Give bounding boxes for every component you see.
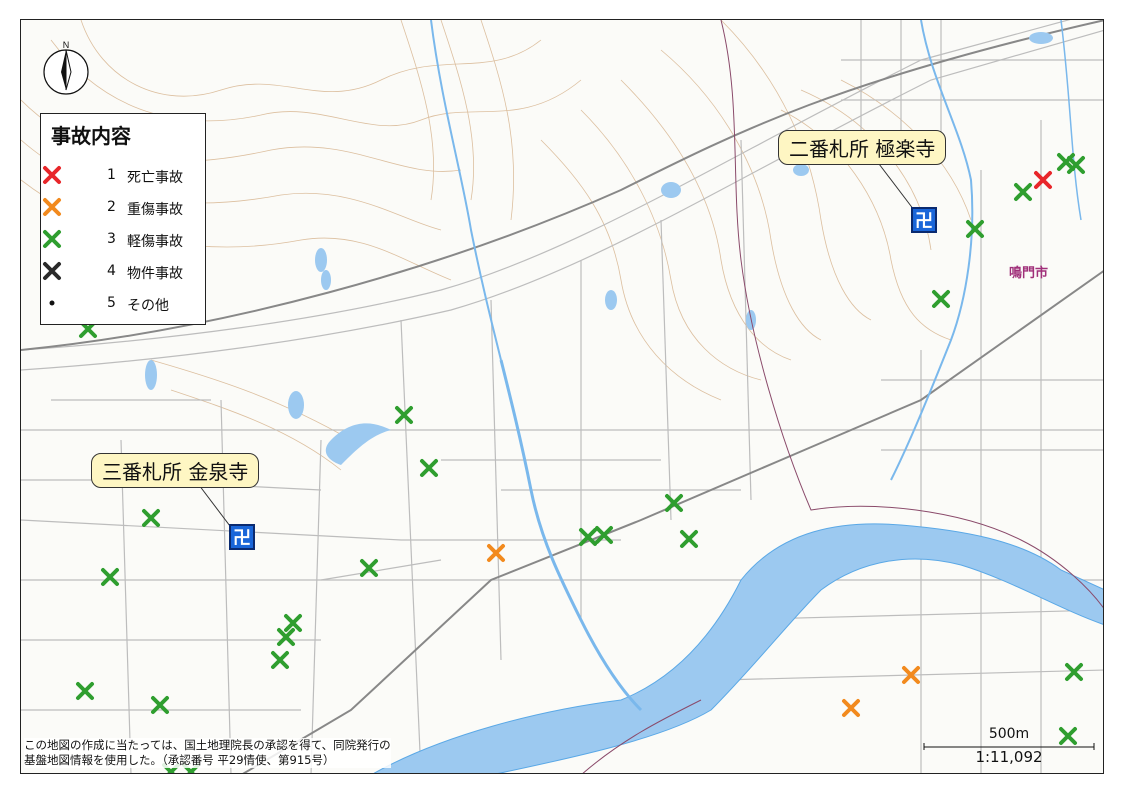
accident-marker-minor [142, 509, 160, 527]
north-arrow-icon: N [43, 40, 89, 95]
temple-callout-gokurakuji: 二番札所 極楽寺 [778, 130, 947, 165]
scale-distance: 500m [988, 726, 1030, 742]
legend-num: 2 [107, 199, 116, 215]
legend-item-property: 4 物件事故 [41, 260, 207, 284]
accident-marker-minor [1014, 183, 1032, 201]
accident-marker-minor [420, 459, 438, 477]
north-arrow-label: N [63, 40, 70, 50]
legend-label: 死亡事故 [127, 170, 183, 186]
temple-callout-konsenji: 三番札所 金泉寺 [91, 453, 260, 488]
accident-marker-minor [932, 290, 950, 308]
green-cross-icon [43, 230, 61, 248]
map-frame[interactable]: N 事故内容 1 死亡事故 2 重傷事故 3 軽傷事故 4 物件事故 5 その他 [20, 19, 1104, 774]
accident-marker-minor [1065, 663, 1083, 681]
accident-marker-fatal [1034, 171, 1052, 189]
legend-num: 3 [107, 231, 116, 247]
accident-marker-minor [360, 559, 378, 577]
legend-label: その他 [127, 298, 169, 314]
legend-box: 事故内容 1 死亡事故 2 重傷事故 3 軽傷事故 4 物件事故 5 その他 [40, 113, 206, 325]
legend-item-minor: 3 軽傷事故 [41, 228, 207, 252]
legend-label: 重傷事故 [127, 202, 183, 218]
accident-marker-minor [277, 628, 295, 646]
accident-marker-serious [487, 544, 505, 562]
orange-cross-icon [43, 198, 61, 216]
copyright-line: この地図の作成に当たっては、国土地理院長の承認を得て、同院発行の [24, 738, 391, 752]
accident-marker-minor [966, 220, 984, 238]
accident-markers-fatal [1034, 171, 1052, 189]
accident-marker-minor [284, 614, 302, 632]
legend-title: 事故内容 [51, 124, 131, 148]
copyright-note: この地図の作成に当たっては、国土地理院長の承認を得て、同院発行の 基盤地図情報を… [24, 738, 391, 768]
scale-ratio: 1:11,092 [975, 748, 1043, 766]
temple-icon[interactable]: 卍 [229, 524, 255, 550]
legend-label: 物件事故 [127, 266, 183, 282]
dot-icon [49, 300, 55, 306]
legend-item-other: 5 その他 [41, 292, 207, 316]
municipal-boundary [720, 20, 1103, 609]
scale-bar: 500m 1:11,092 [923, 726, 1095, 770]
legend-num: 4 [107, 263, 116, 279]
city-label: 鳴門市 [1009, 266, 1049, 281]
legend-num: 1 [107, 167, 116, 183]
legend-num: 5 [107, 295, 116, 311]
accident-marker-minor [395, 406, 413, 424]
accident-marker-minor [680, 530, 698, 548]
accident-marker-serious [842, 699, 860, 717]
legend-item-fatal: 1 死亡事故 [41, 164, 207, 188]
accident-marker-minor [76, 682, 94, 700]
accident-marker-minor [271, 651, 289, 669]
legend-label: 軽傷事故 [127, 234, 183, 250]
river-branch-west [499, 359, 643, 712]
legend-item-serious: 2 重傷事故 [41, 196, 207, 220]
copyright-line: 基盤地図情報を使用した。（承認番号 平29情使、第915号） [24, 753, 335, 767]
accident-marker-minor [101, 568, 119, 586]
temple-icon[interactable]: 卍 [911, 207, 937, 233]
black-cross-icon [43, 262, 61, 280]
red-cross-icon [43, 166, 61, 184]
water-bodies [145, 20, 1103, 773]
